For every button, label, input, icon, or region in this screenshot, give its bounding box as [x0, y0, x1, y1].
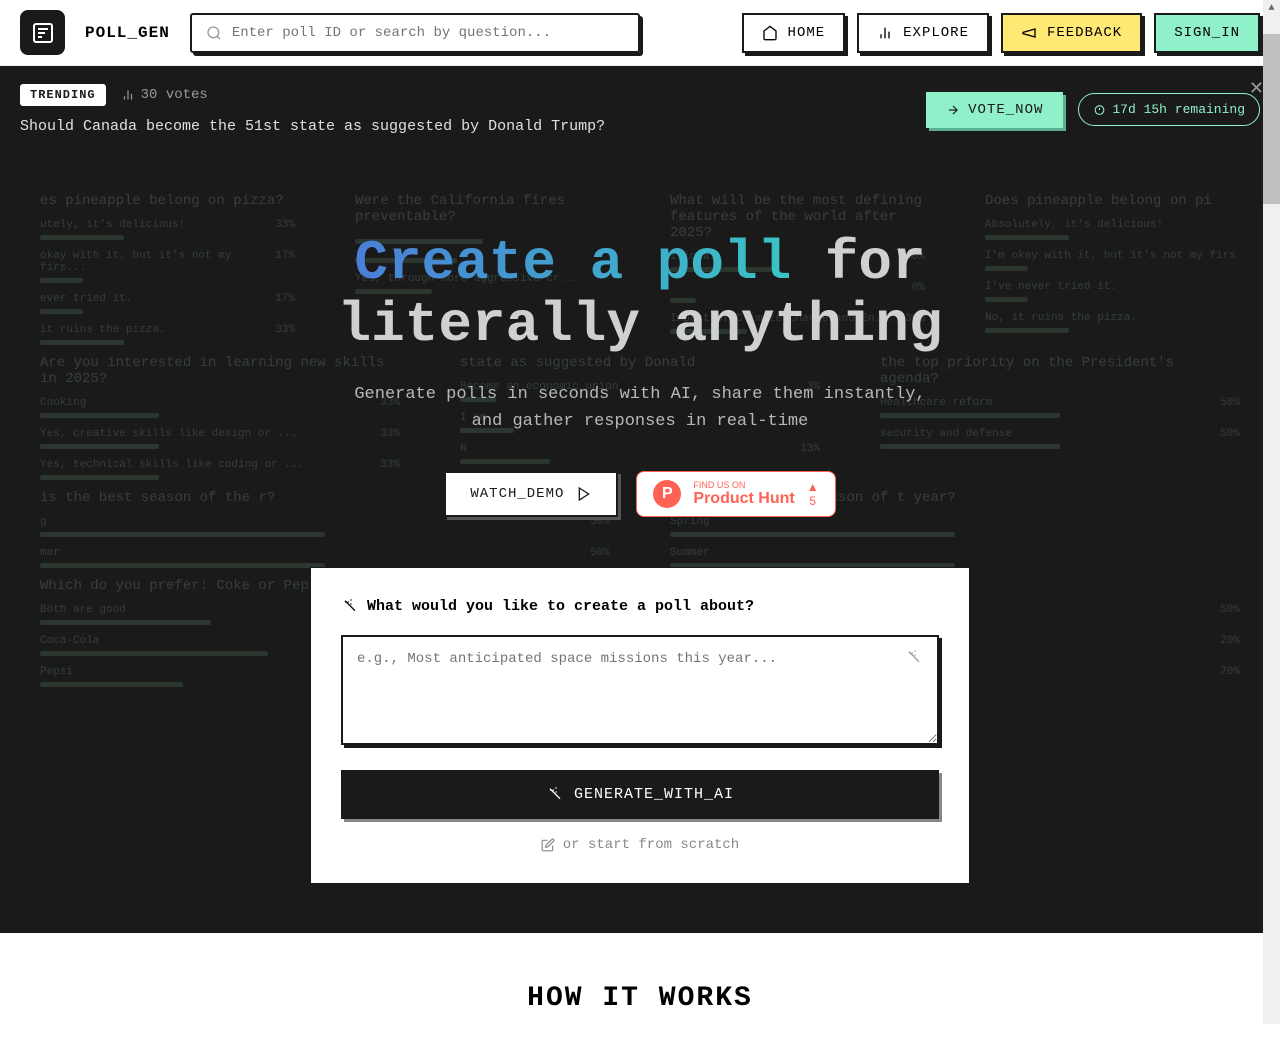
- search-input[interactable]: [232, 25, 624, 41]
- megaphone-icon: [1021, 25, 1037, 41]
- hero-subtitle: Generate polls in seconds with AI, share…: [340, 381, 940, 435]
- feedback-button[interactable]: FEEDBACK: [1001, 13, 1142, 53]
- arrow-right-icon: [946, 103, 960, 117]
- product-hunt-icon: P: [653, 480, 681, 508]
- how-title: HOW IT WORKS: [0, 983, 1280, 1014]
- home-label: HOME: [788, 25, 826, 41]
- vote-label: VOTE_NOW: [968, 102, 1043, 118]
- logo[interactable]: [20, 10, 65, 55]
- votes-count: 30 votes: [141, 87, 208, 103]
- edit-icon: [541, 838, 555, 852]
- ph-upvote: ▲ 5: [807, 480, 819, 508]
- ph-big-text: Product Hunt: [693, 490, 794, 508]
- create-label-text: What would you like to create a poll abo…: [367, 598, 754, 615]
- signin-button[interactable]: SIGN_IN: [1154, 13, 1260, 53]
- generate-button[interactable]: GENERATE_WITH_AI: [341, 770, 939, 819]
- feedback-label: FEEDBACK: [1047, 25, 1122, 41]
- hero-buttons: WATCH_DEMO P FIND US ON Product Hunt ▲ 5: [444, 471, 835, 517]
- how-it-works-section: HOW IT WORKS: [0, 933, 1280, 1064]
- timer-icon: [1093, 103, 1106, 116]
- demo-label: WATCH_DEMO: [470, 486, 564, 502]
- wand-corner-icon[interactable]: [905, 649, 921, 667]
- search-icon: [206, 25, 222, 41]
- scratch-text: or start from scratch: [563, 837, 739, 853]
- scroll-up-arrow[interactable]: ▲: [1263, 0, 1280, 17]
- title-rest2: literally anything: [338, 293, 943, 357]
- create-label: What would you like to create a poll abo…: [341, 598, 939, 615]
- hero-title: Create a poll for literally anything: [338, 233, 943, 356]
- logo-icon: [31, 21, 55, 45]
- product-hunt-badge[interactable]: P FIND US ON Product Hunt ▲ 5: [636, 471, 835, 517]
- ph-count: 5: [809, 494, 816, 508]
- trending-banner: TRENDING 30 votes Should Canada become t…: [0, 66, 1280, 153]
- triangle-up-icon: ▲: [807, 480, 819, 494]
- wand-icon: [546, 786, 562, 802]
- watch-demo-button[interactable]: WATCH_DEMO: [444, 471, 618, 517]
- create-poll-card: What would you like to create a poll abo…: [310, 567, 970, 884]
- explore-button[interactable]: EXPLORE: [857, 13, 989, 53]
- explore-label: EXPLORE: [903, 25, 969, 41]
- brand-name: POLL_GEN: [85, 24, 170, 42]
- trending-badge: TRENDING: [20, 84, 106, 106]
- poll-topic-input[interactable]: [341, 635, 939, 745]
- wand-icon: [341, 598, 357, 614]
- gen-label: GENERATE_WITH_AI: [574, 786, 734, 803]
- vote-now-button[interactable]: VOTE_NOW: [926, 92, 1063, 128]
- signin-label: SIGN_IN: [1174, 25, 1240, 41]
- time-remaining-badge: 17d 15h remaining: [1078, 93, 1260, 126]
- bar-chart-icon: [877, 25, 893, 41]
- ph-small-text: FIND US ON: [693, 480, 794, 490]
- trending-question: Should Canada become the 51st state as s…: [20, 118, 911, 135]
- play-icon: [576, 486, 592, 502]
- header: POLL_GEN HOME EXPLORE FEEDBACK SIGN_IN: [0, 0, 1280, 66]
- home-button[interactable]: HOME: [742, 13, 846, 53]
- hero-section: es pineapple belong on pizza?utely, it's…: [0, 153, 1280, 933]
- home-icon: [762, 25, 778, 41]
- bar-chart-icon: [121, 88, 135, 102]
- search-box[interactable]: [190, 13, 640, 53]
- close-icon[interactable]: ✕: [1249, 78, 1264, 100]
- start-from-scratch-link[interactable]: or start from scratch: [341, 837, 939, 853]
- nav-buttons: HOME EXPLORE FEEDBACK SIGN_IN: [742, 13, 1260, 53]
- title-gradient: Create a poll: [354, 231, 791, 295]
- trending-votes: 30 votes: [121, 87, 208, 103]
- time-text: 17d 15h remaining: [1112, 102, 1245, 117]
- title-rest1: for: [791, 231, 925, 295]
